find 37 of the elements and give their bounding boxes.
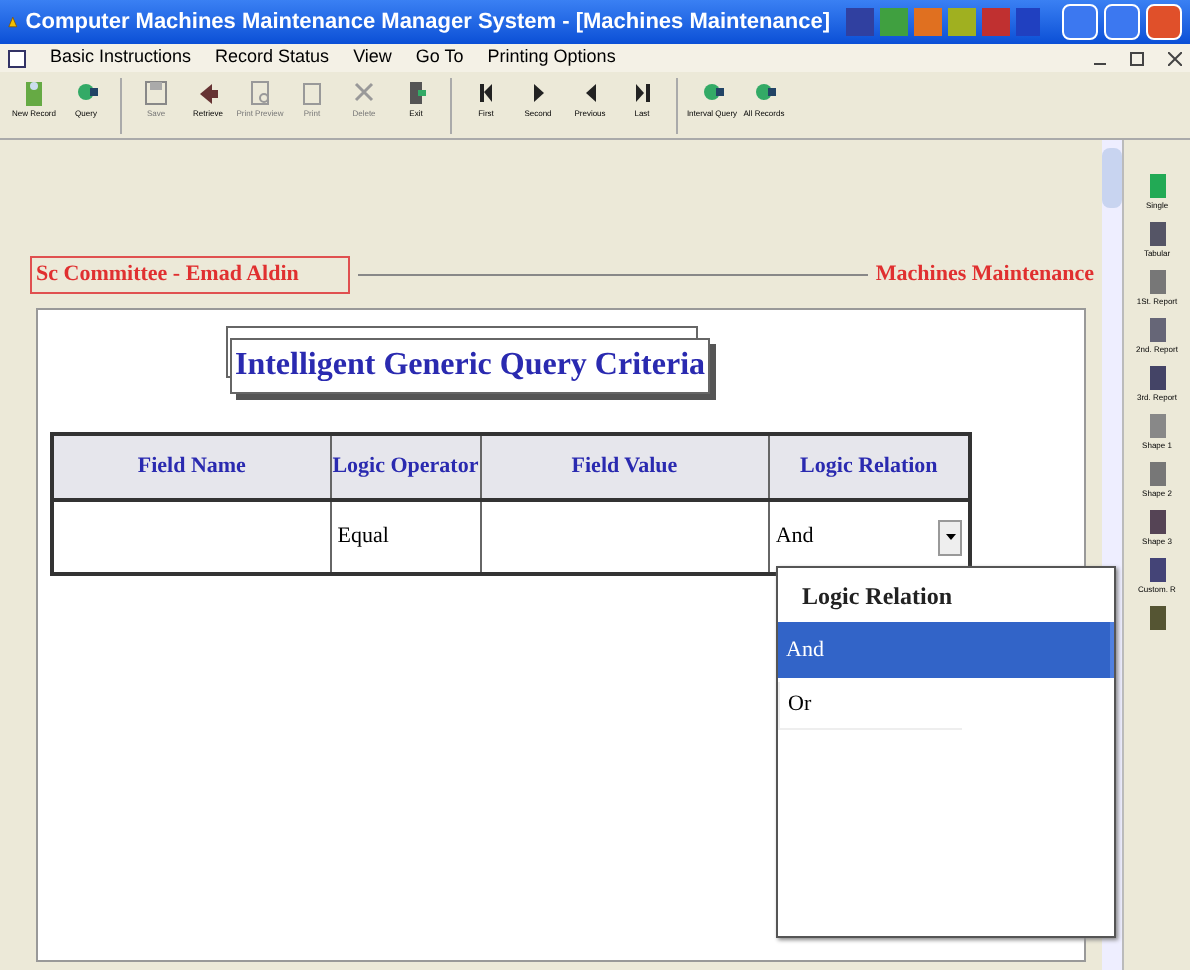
form-title: Intelligent Generic Query Criteria [230,338,710,394]
toolbar-icon [20,78,48,108]
form-name-label: Machines Maintenance [875,260,1094,291]
committee-label: Sc Committee - Emad Aldin [30,256,350,294]
toolbar-icon [1145,172,1169,200]
window-title: Computer Machines Maintenance Manager System - [Machines Maintenance] [25,7,830,38]
toolbar-icon [246,78,274,108]
document-icon [8,49,26,67]
list-option[interactable]: Or [778,682,962,730]
toolbar-icon [1145,604,1169,632]
toolbar-icon [1145,364,1169,392]
menu-item[interactable]: View [353,44,392,72]
menu-item[interactable]: Printing Options [487,44,616,72]
toolbar-icon [1145,508,1169,536]
close-icon[interactable] [1168,51,1182,65]
toolbar-icon [1145,460,1169,488]
dropdown-button[interactable] [938,519,962,555]
caret-icon [945,534,955,540]
menu-item[interactable]: Record Status [215,44,330,72]
toolbar-icon [298,78,326,108]
menu-item[interactable]: Go To [415,44,464,72]
side-button[interactable] [1145,604,1169,632]
toolbar-icon [1145,556,1169,584]
maximize-button[interactable] [1104,4,1140,40]
toolbar-icon [1145,220,1169,248]
minimize-button[interactable] [1062,4,1098,40]
menu-item[interactable]: Basic Instructions [50,44,192,72]
column-header: Logic Operator [330,434,481,500]
close-button[interactable] [1146,4,1182,40]
toolbar-icon [1145,268,1169,296]
list-header: Logic Relation [800,579,954,614]
list-option[interactable]: And [778,622,1114,678]
restore-icon[interactable] [1130,51,1144,65]
toolbar-icon [1145,412,1169,440]
toolbar-icon [142,78,170,108]
toolbar-icon [1145,316,1169,344]
table-cell: Equal [337,524,389,549]
